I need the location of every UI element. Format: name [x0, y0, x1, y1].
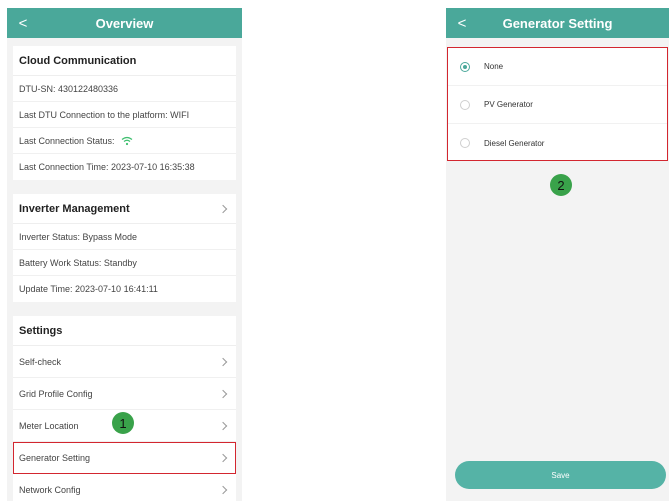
- generator-setting-screen: < Generator Setting None PV Generator Di…: [446, 8, 669, 501]
- generator-options: None PV Generator Diesel Generator: [447, 47, 668, 161]
- radio-unselected-icon[interactable]: [460, 99, 470, 110]
- radio-unselected-icon[interactable]: [460, 138, 470, 148]
- last-connection-status-label: Last Connection Status:: [19, 135, 115, 146]
- settings-item-label: Network Config: [19, 485, 81, 495]
- option-label: Diesel Generator: [484, 138, 545, 148]
- page-title: Overview: [95, 15, 154, 31]
- inverter-management-label: Inverter Management: [19, 202, 130, 215]
- option-label: PV Generator: [484, 100, 533, 109]
- last-connection-time: Last Connection Time: 2023-07-10 16:35:3…: [19, 162, 195, 172]
- inverter-management-card[interactable]: Inverter Management Inverter Status: Byp…: [13, 194, 236, 302]
- chevron-right-icon: [218, 389, 228, 398]
- battery-work-status: Battery Work Status: Standby: [13, 250, 236, 276]
- chevron-right-icon: [218, 204, 228, 213]
- settings-item-label: Self-check: [19, 356, 62, 367]
- dtu-sn: DTU-SN: 430122480336: [13, 76, 236, 102]
- settings-item-network-config[interactable]: Network Config: [13, 474, 236, 501]
- page-title: Generator Setting: [502, 15, 613, 31]
- back-icon[interactable]: <: [452, 8, 472, 38]
- settings-item-label: Grid Profile Config: [19, 388, 93, 399]
- cloud-communication-title: Cloud Communication: [13, 46, 236, 76]
- option-none[interactable]: None: [448, 48, 667, 86]
- last-dtu-connection: Last DTU Connection to the platform: WIF…: [13, 102, 236, 128]
- inverter-status: Inverter Status: Bypass Mode: [13, 224, 236, 250]
- chevron-right-icon: [218, 421, 228, 430]
- chevron-right-icon: [218, 485, 228, 495]
- option-label: None: [484, 62, 504, 71]
- update-time: Update Time: 2023-07-10 16:41:11: [19, 284, 158, 294]
- settings-item-label: Generator Setting: [19, 452, 91, 463]
- generator-setting-header: < Generator Setting: [446, 8, 669, 38]
- overview-header: < Overview: [7, 8, 242, 38]
- settings-title: Settings: [13, 316, 236, 346]
- settings-item-grid-profile-config[interactable]: Grid Profile Config: [13, 378, 236, 410]
- settings-card: Settings Self-check Grid Profile Config …: [13, 316, 236, 501]
- last-connection-status-row: Last Connection Status:: [13, 128, 236, 154]
- settings-item-label: Meter Location: [19, 420, 79, 431]
- inverter-management-title[interactable]: Inverter Management: [13, 194, 236, 224]
- settings-item-generator-setting[interactable]: Generator Setting: [13, 442, 236, 474]
- chevron-right-icon: [218, 453, 228, 462]
- wifi-icon: [121, 136, 132, 145]
- settings-item-self-check[interactable]: Self-check: [13, 346, 236, 378]
- option-diesel-generator[interactable]: Diesel Generator: [448, 124, 667, 162]
- chevron-right-icon: [218, 357, 228, 366]
- back-icon[interactable]: <: [13, 8, 33, 38]
- option-pv-generator[interactable]: PV Generator: [448, 86, 667, 124]
- step-badge-2: 2: [550, 174, 572, 196]
- step-badge-1: 1: [112, 412, 134, 434]
- save-button[interactable]: Save: [455, 461, 666, 489]
- cloud-communication-card: Cloud Communication DTU-SN: 430122480336…: [13, 46, 236, 180]
- radio-selected-icon[interactable]: [460, 61, 470, 72]
